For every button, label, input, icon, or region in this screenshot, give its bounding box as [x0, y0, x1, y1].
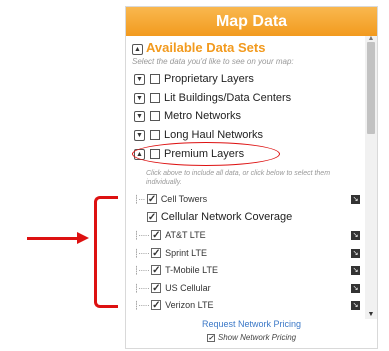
tree-label: AT&T LTE [165, 230, 206, 240]
tree-label: T-Mobile LTE [165, 265, 218, 275]
scrollbar[interactable]: ▲ ▼ [365, 35, 377, 319]
checkbox-checked[interactable]: ✓ [206, 334, 215, 342]
tree-row-carrier[interactable]: ┊····· ✓ US Cellular ↘ [134, 281, 360, 295]
map-data-panel: Map Data ▲ Available Data Sets Select th… [125, 6, 378, 349]
layer-label: Metro Networks [164, 110, 242, 122]
layer-checkbox[interactable] [150, 111, 160, 121]
external-link-icon[interactable]: ↘ [351, 248, 360, 258]
tree-connector: ┊····· [134, 265, 150, 275]
layer-row-long-haul[interactable]: ▼ Long Haul Networks [134, 127, 263, 143]
tree-row-carrier[interactable]: ┊····· ✓ Verizon LTE ↘ [134, 298, 360, 312]
scroll-down-icon[interactable]: ▼ [367, 311, 375, 319]
expand-toggle-icon[interactable]: ▼ [134, 110, 145, 122]
checkbox-checked[interactable]: ✓ [151, 283, 162, 294]
layer-label: Proprietary Layers [164, 73, 254, 85]
expand-toggle-icon[interactable]: ▼ [134, 129, 145, 141]
tree-label: Verizon LTE [165, 300, 214, 310]
layer-row-proprietary[interactable]: ▼ Proprietary Layers [134, 71, 254, 87]
checkbox-checked[interactable]: ✓ [146, 194, 157, 205]
tree-row-carrier[interactable]: ┊····· ✓ T-Mobile LTE ↘ [134, 263, 360, 277]
layer-row-metro[interactable]: ▼ Metro Networks [134, 108, 241, 124]
annotation-ellipse [132, 142, 280, 166]
annotation-bracket [94, 196, 118, 308]
collapse-toggle-icon[interactable]: ▲ [132, 44, 143, 55]
tree-connector: ┊····· [134, 283, 150, 293]
expand-toggle-icon[interactable]: ▼ [134, 73, 145, 85]
layer-checkbox[interactable] [150, 74, 160, 84]
show-pricing-toggle[interactable]: ✓ Show Network Pricing [126, 333, 377, 342]
panel-title: Map Data [126, 7, 377, 36]
checkbox-checked[interactable]: ✓ [151, 230, 162, 241]
tree-connector: ┊····· [134, 248, 150, 258]
scrollbar-thumb[interactable] [367, 42, 375, 134]
group-label: Cellular Network Coverage [160, 211, 293, 223]
tree-connector: ┊··· [134, 194, 145, 204]
annotation-arrow-shaft [27, 237, 79, 240]
layer-row-lit-buildings[interactable]: ▼ Lit Buildings/Data Centers [134, 90, 291, 106]
tree-row-cellular-group[interactable]: ┊··· ✓ Cellular Network Coverage [134, 210, 360, 224]
section-title: Available Data Sets [146, 40, 266, 55]
tree-connector: ┊····· [134, 230, 150, 240]
layer-checkbox[interactable] [150, 93, 160, 103]
external-link-icon[interactable]: ↘ [351, 230, 360, 240]
layer-label: Lit Buildings/Data Centers [164, 92, 292, 104]
tree-row-cell-towers[interactable]: ┊··· ✓ Cell Towers ↘ [134, 192, 360, 206]
checkbox-checked[interactable]: ✓ [151, 300, 162, 311]
annotation-arrow-head [77, 232, 89, 244]
external-link-icon[interactable]: ↘ [351, 194, 360, 204]
tree-row-carrier[interactable]: ┊····· ✓ Sprint LTE ↘ [134, 246, 360, 260]
request-pricing-link[interactable]: Request Network Pricing [126, 319, 377, 329]
tree-label: Cell Towers [160, 194, 208, 204]
show-pricing-label: Show Network Pricing [217, 333, 297, 342]
external-link-icon[interactable]: ↘ [351, 265, 360, 275]
external-link-icon[interactable]: ↘ [351, 283, 360, 293]
tree-label: Sprint LTE [165, 248, 207, 258]
tree-row-carrier[interactable]: ┊····· ✓ AT&T LTE ↘ [134, 228, 360, 242]
layer-label: Long Haul Networks [164, 129, 264, 141]
tree-label: US Cellular [165, 283, 211, 293]
checkbox-checked[interactable]: ✓ [151, 265, 162, 276]
checkbox-checked[interactable]: ✓ [146, 212, 157, 223]
section-subtitle: Select the data you'd like to see on you… [132, 57, 294, 66]
external-link-icon[interactable]: ↘ [351, 300, 360, 310]
layer-checkbox[interactable] [150, 130, 160, 140]
expand-toggle-icon[interactable]: ▼ [134, 92, 145, 104]
premium-hint: Click above to include all data, or clic… [146, 170, 331, 186]
tree-connector: ┊····· [134, 300, 150, 310]
checkbox-checked[interactable]: ✓ [151, 248, 162, 259]
